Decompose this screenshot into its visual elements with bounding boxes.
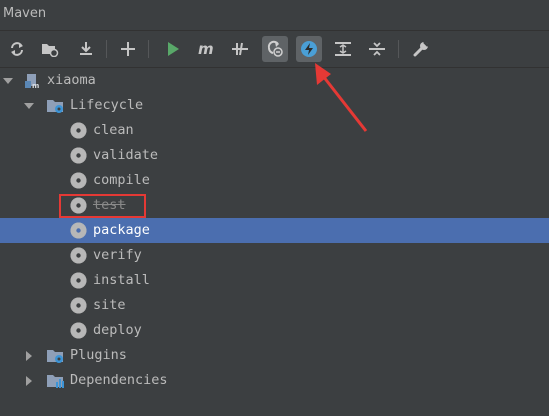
lifecycle-goal-clean[interactable]: clean <box>0 118 549 143</box>
expand-all-button[interactable] <box>330 36 356 62</box>
tree-node-dependencies[interactable]: Dependencies <box>0 368 549 393</box>
gear-icon <box>70 247 87 264</box>
expanded-arrow-icon[interactable] <box>3 76 13 86</box>
gear-icon <box>70 122 87 139</box>
goal-label: deploy <box>93 322 142 338</box>
goal-label: clean <box>93 122 134 138</box>
tree-node-lifecycle[interactable]: Lifecycle <box>0 93 549 118</box>
show-dependencies-button[interactable] <box>296 36 322 62</box>
expand-all-icon <box>335 42 351 56</box>
lifecycle-goal-package[interactable]: package <box>0 218 549 243</box>
collapsed-arrow-icon[interactable] <box>24 376 34 386</box>
goal-label: compile <box>93 172 150 188</box>
svg-text:m: m <box>32 82 39 89</box>
highlight-box <box>59 194 146 218</box>
goal-label: validate <box>93 147 159 163</box>
project-label: xiaoma <box>47 72 96 88</box>
gear-icon <box>70 172 87 189</box>
maven-project-icon: m <box>25 74 39 89</box>
toolbar-separator <box>148 40 149 58</box>
reimport-button[interactable] <box>4 36 30 62</box>
gear-icon <box>70 322 87 339</box>
lifecycle-goal-verify[interactable]: verify <box>0 243 549 268</box>
show-dependencies-icon <box>301 41 317 57</box>
tool-window-title: Maven <box>3 6 47 21</box>
goal-label: site <box>93 297 126 313</box>
generate-sources-button[interactable] <box>37 36 63 62</box>
lifecycle-goal-deploy[interactable]: deploy <box>0 318 549 343</box>
skip-tests-button[interactable] <box>262 36 288 62</box>
collapse-all-icon <box>369 42 385 56</box>
run-icon <box>168 42 179 56</box>
add-maven-project-button[interactable] <box>115 36 141 62</box>
goal-label: package <box>93 222 150 238</box>
gear-icon <box>70 297 87 314</box>
goal-label: install <box>93 272 150 288</box>
toggle-offline-button[interactable] <box>227 36 253 62</box>
expanded-arrow-icon[interactable] <box>24 101 34 111</box>
maven-toolbar: m <box>0 32 549 68</box>
toggle-offline-icon <box>232 42 248 56</box>
lifecycle-goal-site[interactable]: site <box>0 293 549 318</box>
dependencies-label: Dependencies <box>70 372 168 388</box>
tool-window-header: Maven <box>0 0 549 31</box>
dependencies-folder-icon <box>47 375 64 388</box>
lifecycle-goal-validate[interactable]: validate <box>0 143 549 168</box>
lifecycle-label: Lifecycle <box>70 97 144 113</box>
execute-goal-button[interactable]: m <box>193 36 219 62</box>
download-sources-button[interactable] <box>73 36 99 62</box>
gear-icon <box>70 272 87 289</box>
reimport-icon <box>11 42 23 56</box>
collapse-all-button[interactable] <box>364 36 390 62</box>
download-icon <box>80 42 92 55</box>
skip-tests-icon <box>267 40 283 57</box>
execute-goal-icon: m <box>198 42 214 56</box>
tree-node-project[interactable]: m xiaoma <box>0 68 549 93</box>
add-maven-project-icon <box>121 42 135 56</box>
lifecycle-folder-icon <box>47 100 63 113</box>
toolbar-separator <box>106 40 107 58</box>
run-button[interactable] <box>160 36 186 62</box>
gear-icon <box>70 147 87 164</box>
svg-text:m: m <box>198 42 214 56</box>
goal-label: verify <box>93 247 142 263</box>
plugins-label: Plugins <box>70 347 127 363</box>
generate-sources-icon <box>42 44 59 57</box>
lifecycle-goal-install[interactable]: install <box>0 268 549 293</box>
gear-icon <box>70 222 87 239</box>
toolbar-separator <box>398 40 399 58</box>
plugins-folder-icon <box>47 350 63 363</box>
maven-settings-button[interactable] <box>408 36 434 62</box>
lifecycle-goal-compile[interactable]: compile <box>0 168 549 193</box>
collapsed-arrow-icon[interactable] <box>24 351 34 361</box>
wrench-icon <box>413 41 429 57</box>
tree-node-plugins[interactable]: Plugins <box>0 343 549 368</box>
